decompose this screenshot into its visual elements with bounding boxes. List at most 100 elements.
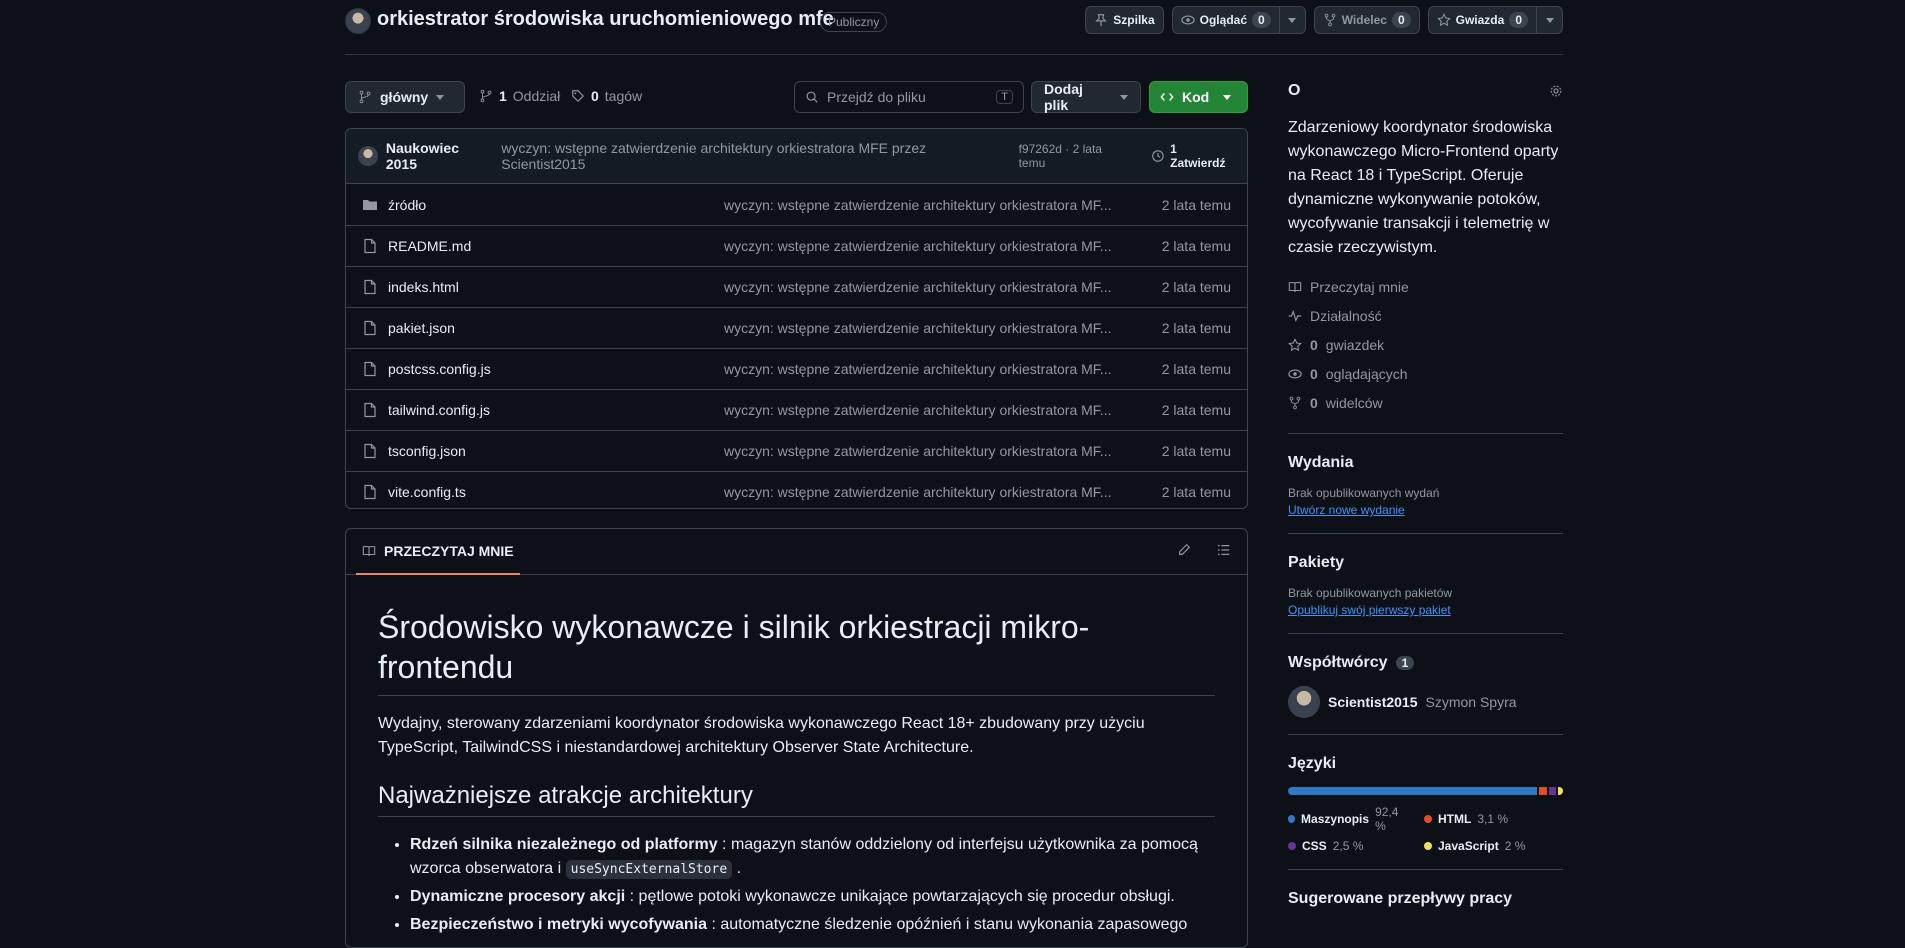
pencil-icon[interactable] [1177,543,1191,557]
file-commit-message[interactable]: wyczyn: wstępne zatwierdzenie architektu… [724,238,1154,254]
watch-button[interactable]: Oglądać 0 [1171,6,1306,34]
file-commit-message[interactable]: wyczyn: wstępne zatwierdzenie architektu… [724,361,1154,377]
file-name[interactable]: indeks.html [388,279,724,295]
table-row[interactable]: źródło wyczyn: wstępne zatwierdzenie arch… [346,184,1247,225]
bullet-tail: . [732,860,742,877]
bullet-title: Rdzeń silnika niezależnego od platformy [410,836,718,853]
contributors-heading[interactable]: Współtwórcy [1288,654,1388,672]
file-commit-message[interactable]: wyczyn: wstępne zatwierdzenie architektu… [724,402,1154,418]
file-commit-message[interactable]: wyczyn: wstępne zatwierdzenie architektu… [724,197,1154,213]
file-name[interactable]: postcss.config.js [388,361,724,377]
branch-selector[interactable]: główny [345,81,465,113]
branch-name: główny [380,89,429,105]
contributors-section: Współtwórcy 1 Scientist2015 Szymon Spyra [1288,633,1563,718]
file-commit-message[interactable]: wyczyn: wstępne zatwierdzenie architektu… [724,484,1154,500]
chevron-down-icon [1223,94,1232,100]
commit-message[interactable]: wyczyn: wstępne zatwierdzenie architektu… [501,140,1010,172]
file-name[interactable]: vite.config.ts [388,484,724,500]
file-commit-message[interactable]: wyczyn: wstępne zatwierdzenie architektu… [724,443,1154,459]
file-name[interactable]: tailwind.config.js [388,402,724,418]
repo-title[interactable]: orkiestrator środowiska uruchomieniowego… [377,8,834,31]
table-row[interactable]: tsconfig.json wyczyn: wstępne zatwierdzen… [346,430,1247,471]
packages-heading[interactable]: Pakiety [1288,554,1563,572]
table-row[interactable]: pakiet.json wyczyn: wstępne zatwierdzenie… [346,307,1247,348]
goto-shortcut: T [996,90,1013,104]
readme-tab[interactable]: PRZECZYTAJ MNIE [356,529,520,575]
language-item[interactable]: CSS 2,5 % [1288,839,1408,853]
table-row[interactable]: tailwind.config.js wyczyn: wstępne zatwie… [346,389,1247,430]
language-name: HTML [1438,812,1472,826]
folder-icon [363,199,377,210]
star-icon [1436,13,1451,27]
language-list: Maszynopis 92,4 % HTML 3,1 % CSS 2,5 % JavaScr… [1288,805,1563,853]
goto-file-input[interactable]: Przejdź do pliku T [794,81,1024,113]
releases-heading[interactable]: Wydania [1288,454,1563,472]
activity-link[interactable]: Działalność [1288,301,1563,330]
language-item[interactable]: Maszynopis 92,4 % [1288,805,1408,833]
list-item: Dynamiczne procesory akcji : pętlowe pot… [410,885,1215,909]
star-count: 0 [1509,12,1528,28]
code-button[interactable]: Kod [1149,81,1248,113]
tags-link[interactable]: 0 tagów [571,88,642,104]
file-name[interactable]: README.md [388,238,724,254]
file-commit-time: 2 lata temu [1161,196,1231,213]
watch-label: Oglądać [1199,13,1247,27]
commit-author-avatar[interactable] [358,146,378,166]
pin-button[interactable]: Szpilka [1085,6,1164,34]
inline-code: useSyncExternalStore [565,860,733,879]
file-commit-message[interactable]: wyczyn: wstępne zatwierdzenie architektu… [724,320,1154,336]
table-row[interactable]: README.md wyczyn: wstępne zatwierdzenie a… [346,225,1247,266]
contributor-name: Szymon Spyra [1425,694,1517,710]
table-row[interactable]: indeks.html wyczyn: wstępne zatwierdzenie… [346,266,1247,307]
watchers-label: oglądających [1325,365,1408,382]
language-color-dot [1424,815,1432,823]
create-release-link[interactable]: Utwórz nowe wydanie [1288,503,1563,517]
table-row[interactable]: postcss.config.js wyczyn: wstępne zatwier… [346,348,1247,389]
table-row[interactable]: vite.config.ts wyczyn: wstępne zatwierdze… [346,471,1247,508]
commits-link[interactable]: 1 Zatwierdź [1151,142,1235,170]
book-icon [362,546,376,556]
language-item[interactable]: HTML 3,1 % [1424,805,1544,833]
watchers-link[interactable]: 0 oglądających [1288,359,1563,388]
releases-section: Wydania Brak opublikowanych wydań Utwórz… [1288,433,1563,517]
readme-link-label: Przeczytaj mnie [1310,278,1409,295]
stars-link[interactable]: 0 gwiazdek [1288,330,1563,359]
add-file-button[interactable]: Dodaj plik [1031,81,1141,113]
watch-dropdown[interactable] [1278,7,1305,33]
gear-icon[interactable] [1549,84,1563,98]
language-item[interactable]: JavaScript 2 % [1424,839,1544,853]
watchers-count: 0 [1310,365,1318,382]
language-name: CSS [1302,839,1327,853]
contributor[interactable]: Scientist2015 Szymon Spyra [1288,686,1563,718]
forks-link[interactable]: 0 widelców [1288,388,1563,417]
list-item: Bezpieczeństwo i metryki wycofywania : a… [410,913,1215,937]
chevron-down-icon [1120,94,1128,100]
file-commit-time: 2 lata temu [1161,361,1231,377]
file-commit-time: 2 lata temu [1161,238,1231,254]
outline-list-icon[interactable] [1217,543,1231,557]
fork-count: 0 [1391,12,1411,28]
file-name[interactable]: pakiet.json [388,320,724,336]
bullet-title: Bezpieczeństwo i metryki wycofywania [410,916,707,933]
branches-link[interactable]: 1 Oddział [479,88,560,104]
publish-package-link[interactable]: Opublikuj swój pierwszy pakiet [1288,603,1563,617]
file-icon [364,443,376,459]
star-button[interactable]: Gwiazda 0 [1427,6,1563,34]
watch-count: 0 [1252,12,1271,28]
star-dropdown[interactable] [1536,7,1562,33]
file-name[interactable]: źródło [388,197,724,213]
code-label: Kod [1182,89,1210,105]
file-name[interactable]: tsconfig.json [388,443,724,459]
owner-avatar[interactable] [345,8,371,34]
readme-link[interactable]: Przeczytaj mnie [1288,272,1563,301]
avatar[interactable] [1288,686,1320,718]
fork-button[interactable]: Widelec 0 [1313,6,1420,34]
branch-icon [480,89,492,103]
commit-hash-time[interactable]: f97262d · 2 lata temu [1019,142,1132,170]
commit-author[interactable]: Naukowiec 2015 [386,140,493,172]
contributor-login[interactable]: Scientist2015 [1328,694,1418,710]
releases-empty: Brak opublikowanych wydań [1288,486,1440,500]
languages-section: Języki Maszynopis 92,4 % HTML 3,1 % CSS 2,5 %… [1288,734,1563,853]
tag-icon [572,90,585,103]
file-commit-message[interactable]: wyczyn: wstępne zatwierdzenie architektu… [724,279,1154,295]
